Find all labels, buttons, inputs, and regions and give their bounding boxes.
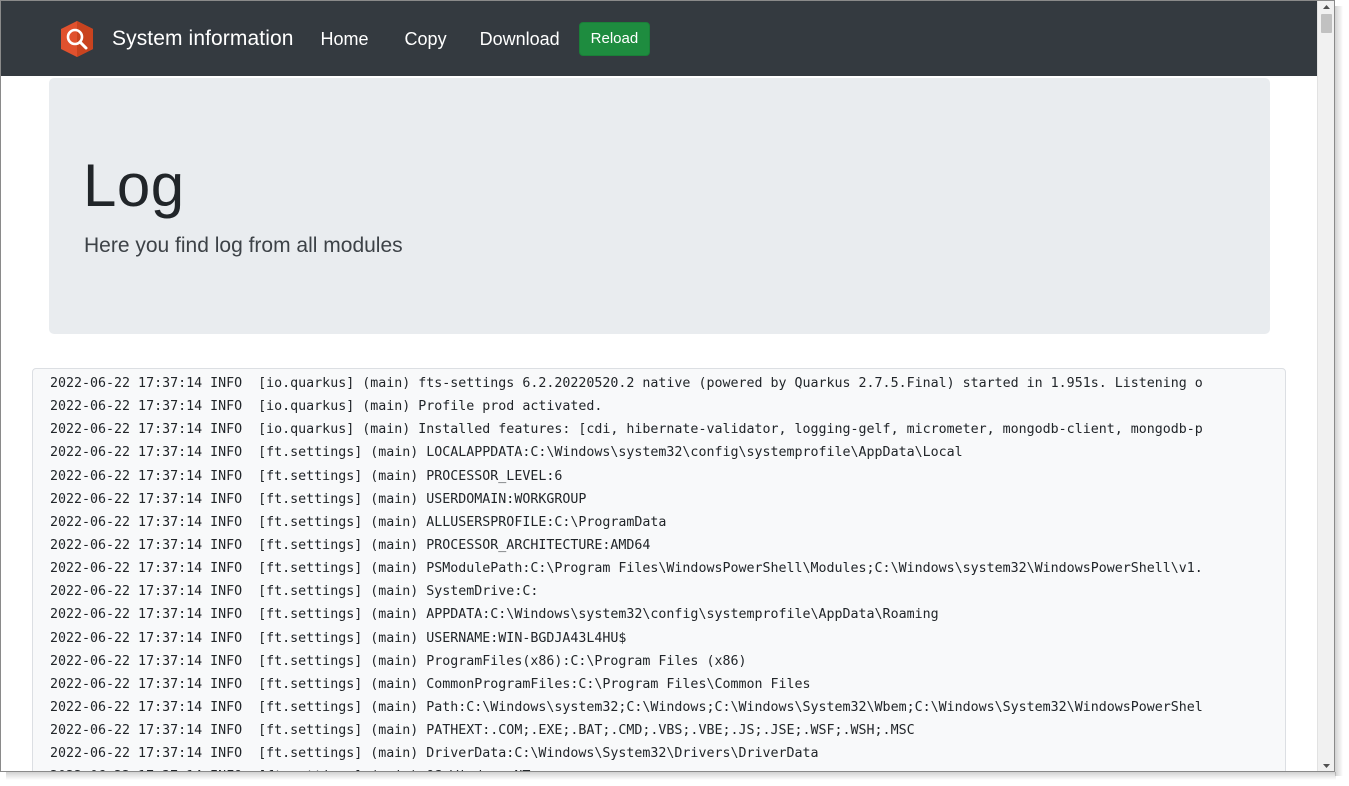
scrollbar-thumb[interactable] <box>1321 14 1332 33</box>
navbar: System information Home Copy Download Re… <box>1 1 1317 76</box>
log-line: 2022-06-22 17:37:14 INFO [ft.settings] (… <box>50 723 915 739</box>
log-line: 2022-06-22 17:37:14 INFO [ft.settings] (… <box>50 699 1203 715</box>
navbar-brand[interactable]: System information <box>59 20 294 58</box>
page-subtitle: Here you find log from all modules <box>84 234 403 257</box>
log-line: 2022-06-22 17:37:14 INFO [io.quarkus] (m… <box>50 422 1203 438</box>
log-line: 2022-06-22 17:37:14 INFO [ft.settings] (… <box>50 653 747 669</box>
log-line: 2022-06-22 17:37:14 INFO [ft.settings] (… <box>50 676 811 692</box>
nav-download-link[interactable]: Download <box>480 27 560 50</box>
log-line: 2022-06-22 17:37:14 INFO [ft.settings] (… <box>50 746 819 762</box>
chevron-up-icon[interactable] <box>1318 1 1335 13</box>
log-line: 2022-06-22 17:37:14 INFO [ft.settings] (… <box>50 630 627 646</box>
log-line: 2022-06-22 17:37:14 INFO [ft.settings] (… <box>50 765 1272 771</box>
nav-copy-link[interactable]: Copy <box>405 27 447 50</box>
log-line: 2022-06-22 17:37:14 INFO [ft.settings] (… <box>50 445 963 461</box>
log-line: 2022-06-22 17:37:14 INFO [ft.settings] (… <box>50 468 563 484</box>
page-scrollbar[interactable] <box>1317 1 1335 772</box>
window-shadow-right <box>1335 6 1343 776</box>
log-line: 2022-06-22 17:37:14 INFO [ft.settings] (… <box>50 537 651 553</box>
window-shadow-bottom <box>6 772 1336 780</box>
jumbotron: Log Here you find log from all modules <box>49 78 1270 334</box>
brand-title: System information <box>112 26 294 50</box>
log-line: 2022-06-22 17:37:14 INFO [ft.settings] (… <box>50 584 539 600</box>
log-lines: 2022-06-22 17:37:14 INFO [io.quarkus] (m… <box>50 372 1272 771</box>
page-title: Log <box>83 152 185 219</box>
chevron-down-icon[interactable] <box>1318 760 1335 772</box>
log-output[interactable]: 2022-06-22 17:37:14 INFO [io.quarkus] (m… <box>32 368 1286 771</box>
nav-home-link[interactable]: Home <box>321 27 369 50</box>
browser-window: System information Home Copy Download Re… <box>0 0 1335 772</box>
log-line: 2022-06-22 17:37:14 INFO [ft.settings] (… <box>50 514 667 530</box>
log-line: 2022-06-22 17:37:14 INFO [ft.settings] (… <box>50 561 1203 577</box>
search-icon <box>61 20 93 57</box>
log-line: 2022-06-22 17:37:14 INFO [ft.settings] (… <box>50 607 939 623</box>
log-line: 2022-06-22 17:37:14 INFO [ft.settings] (… <box>50 491 587 507</box>
reload-button[interactable]: Reload <box>578 21 651 56</box>
log-line: 2022-06-22 17:37:14 INFO [io.quarkus] (m… <box>50 399 603 415</box>
log-line: 2022-06-22 17:37:14 INFO [io.quarkus] (m… <box>50 376 1203 391</box>
